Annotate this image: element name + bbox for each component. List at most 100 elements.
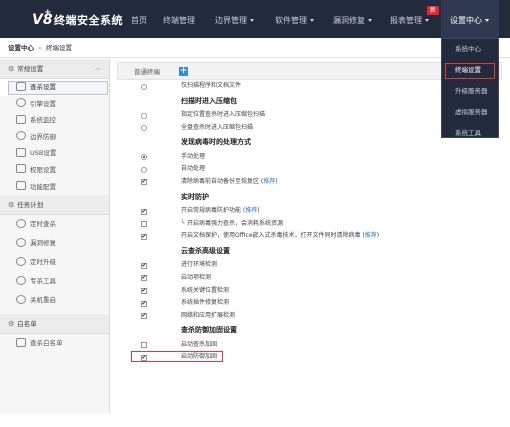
nav-software-management[interactable]: 软件管理 xyxy=(275,0,314,38)
setting-label: 系统插件修复检测 xyxy=(181,297,229,310)
section-heading: 实时防护 xyxy=(117,189,502,206)
radio-button[interactable] xyxy=(141,154,147,161)
breadcrumb-root[interactable]: 设置中心 xyxy=(8,44,34,52)
setting-text: 仅扫描程序和文档文件 xyxy=(181,82,242,89)
sidebar-item-label: 功能配置 xyxy=(30,182,56,191)
clock-icon xyxy=(16,275,26,285)
nav-home[interactable]: 首页 xyxy=(131,0,147,38)
sidebar-item-border-defense[interactable]: 边界防御 xyxy=(0,129,109,146)
recommended-link[interactable]: 推荐 xyxy=(263,178,275,185)
checkbox[interactable] xyxy=(141,221,147,228)
add-button[interactable]: + xyxy=(179,67,188,76)
setting-label: 指定位置查杀时进入压缩包扫描 xyxy=(181,109,265,122)
menu-item-terminal-settings[interactable]: 终端设置 xyxy=(442,60,498,81)
breadcrumb-current: 终端设置 xyxy=(45,44,72,52)
sidebar-item-usb-settings[interactable]: USB设置 xyxy=(0,145,109,162)
checkbox[interactable] xyxy=(141,310,147,323)
sidebar-item-scan-whitelist[interactable]: 查杀白名单 xyxy=(0,334,109,353)
nav-settings-center[interactable]: 设置中心 xyxy=(441,0,499,38)
logo-plus: + xyxy=(44,8,52,18)
checkbox[interactable] xyxy=(141,260,147,272)
menu-item-label: 升级服务器 xyxy=(455,87,488,95)
nav-border-management[interactable]: 边界管理 xyxy=(215,0,254,38)
sidebar-item-feature-config[interactable]: 功能配置 xyxy=(0,179,109,196)
recommended-link[interactable]: 推荐 xyxy=(365,232,377,239)
menu-item-label: 虚拟服务器 xyxy=(455,108,488,116)
sidebar-group-title: 任务计划 xyxy=(17,201,44,210)
settings-dropdown-menu: 系统中心 终端设置 升级服务器 虚拟服务器 系统工具 xyxy=(441,38,499,138)
setting-text: 开启病毒强力查杀，会消耗系统资源 xyxy=(187,219,284,227)
recommended-link[interactable]: 推荐 xyxy=(245,207,257,214)
power-icon xyxy=(16,294,26,304)
sidebar-group-whitelist[interactable]: ⚙ 白名单 xyxy=(0,314,109,335)
setting-row: 进行环境检测 xyxy=(117,259,502,272)
app-logo[interactable]: V8 + 终端安全系统 xyxy=(32,8,123,30)
setting-text: 手动处理 xyxy=(181,152,206,160)
sidebar-item-label: USB设置 xyxy=(30,149,57,158)
breadcrumb: 设置中心 » 终端设置 xyxy=(0,38,510,58)
setting-text: 自动处理 xyxy=(181,165,206,173)
setting-label: 自动处理 xyxy=(181,163,205,176)
sidebar-item-label: 定时升级 xyxy=(30,258,56,267)
scan-icon xyxy=(16,81,26,91)
setting-row: 自动处理 xyxy=(117,163,502,176)
setting-label: 开启文档保护，使用Office嵌入式杀毒技术，打开文件同时清除病毒 (推荐) xyxy=(181,232,380,240)
menu-item-label: 系统工具 xyxy=(455,129,481,137)
menu-item-label: 终端设置 xyxy=(455,66,481,74)
menu-item-system-tools[interactable]: 系统工具 xyxy=(442,123,498,144)
new-badge: 新 xyxy=(427,6,439,15)
radio-button[interactable] xyxy=(141,125,147,132)
sidebar-item-scheduled-scan[interactable]: 定时查杀 xyxy=(0,215,109,234)
checkbox[interactable] xyxy=(141,285,147,298)
checkbox[interactable] xyxy=(141,272,147,285)
sidebar-group-scheduled-tasks[interactable]: ⚙ 任务计划 xyxy=(0,195,109,216)
menu-item-upgrade-server[interactable]: 升级服务器 xyxy=(442,81,498,102)
sidebar: ⚙ 常规设置 ︿ 查杀设置 引擎设置 系统监控 边界防御 USB设置 权限设置 功能… xyxy=(0,59,110,414)
sidebar-item-permission-settings[interactable]: 权限设置 xyxy=(0,162,109,179)
setting-row: 启动防御加固 xyxy=(117,351,502,365)
sidebar-item-label: 边界防御 xyxy=(30,132,56,141)
menu-item-system-center[interactable]: 系统中心 xyxy=(442,39,498,60)
highlight-box xyxy=(131,351,223,363)
setting-row: 启动查杀加固 xyxy=(117,339,502,352)
setting-text: 全盘查杀时进入压缩包扫描 xyxy=(181,123,254,131)
checkbox[interactable] xyxy=(141,176,147,189)
section-heading: 云查杀高级设置 xyxy=(117,243,502,260)
checkbox[interactable] xyxy=(141,298,147,310)
sidebar-item-label: 系统监控 xyxy=(30,116,56,125)
radio-button[interactable] xyxy=(141,83,147,90)
setting-text: 开启常规病毒防护功能 xyxy=(181,207,242,215)
sidebar-group-general-settings[interactable]: ⚙ 常规设置 ︿ xyxy=(0,59,109,79)
setting-label: 系统关键位置检测 xyxy=(181,285,229,298)
setting-text: 开启文档保护，使用Office嵌入式杀毒技术，打开文件同时清除病毒 xyxy=(181,232,361,240)
section-title: 扫描时进入压缩包 xyxy=(181,93,237,110)
usb-icon xyxy=(16,147,26,157)
setting-text: 扫描时进入压缩包 xyxy=(181,96,237,105)
lock-icon xyxy=(16,164,26,174)
checkbox[interactable] xyxy=(141,342,147,349)
sidebar-item-scan-settings[interactable]: 查杀设置 xyxy=(0,79,109,96)
sidebar-item-shutdown-restart[interactable]: 关机重启 xyxy=(0,291,109,310)
sidebar-item-engine-settings[interactable]: 引擎设置 xyxy=(0,96,109,113)
radio-button[interactable] xyxy=(141,112,147,119)
menu-item-label: 系统中心 xyxy=(455,45,481,53)
checkbox[interactable] xyxy=(141,206,147,218)
shield-icon xyxy=(16,131,26,141)
setting-row: 手动处理 xyxy=(117,151,502,164)
menu-item-virtual-server[interactable]: 虚拟服务器 xyxy=(442,102,498,123)
checkbox[interactable] xyxy=(141,231,147,243)
sidebar-item-scheduled-upgrade[interactable]: 定时升级 xyxy=(0,253,109,272)
nav-terminal-management[interactable]: 终端管理 xyxy=(163,0,195,38)
setting-text: 指定位置查杀时进入压缩包扫描 xyxy=(181,111,266,119)
sidebar-item-removal-tools[interactable]: 专杀工具 xyxy=(0,272,109,291)
sidebar-item-label: 漏洞修复 xyxy=(30,239,56,248)
setting-text: 系统关键位置检测 xyxy=(181,286,230,294)
setting-label: 开启病毒强力查杀，会消耗系统资源 xyxy=(187,218,283,231)
setting-row: 开启文档保护，使用Office嵌入式杀毒技术，打开文件同时清除病毒 (推荐) xyxy=(117,230,502,243)
sidebar-item-system-monitor[interactable]: 系统监控 xyxy=(0,112,109,129)
setting-text: 云查杀高级设置 xyxy=(181,246,230,255)
sidebar-item-vuln-repair[interactable]: 漏洞修复 xyxy=(0,234,109,253)
nav-vulnerability-repair[interactable]: 漏洞修复 xyxy=(333,0,372,38)
nav-report-management[interactable]: 报表管理 xyxy=(390,0,429,38)
radio-button[interactable] xyxy=(141,166,147,173)
